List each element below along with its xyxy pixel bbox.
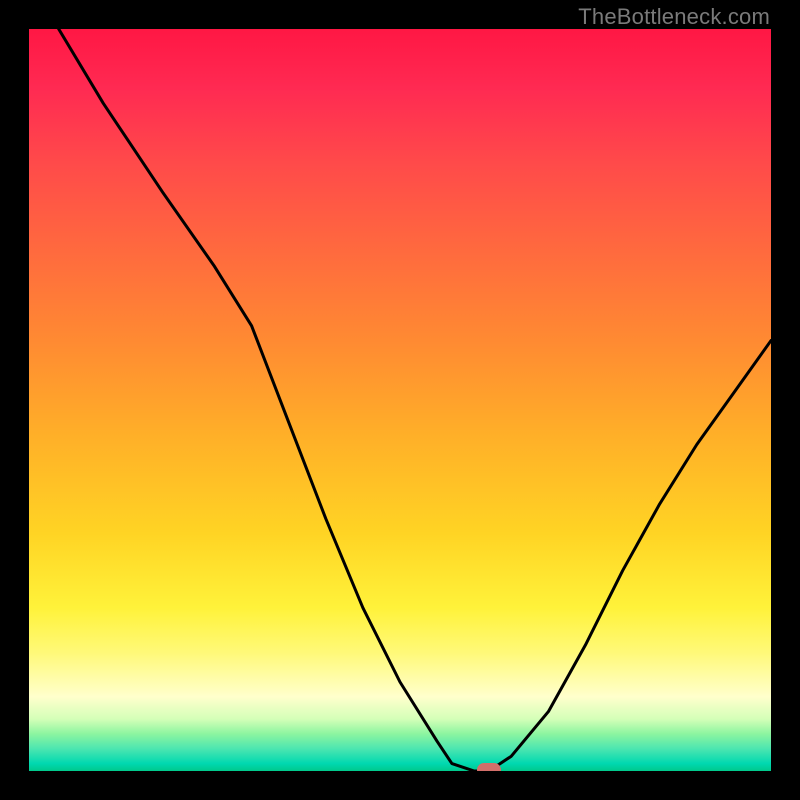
bottleneck-curve — [29, 29, 771, 771]
chart-frame: TheBottleneck.com — [0, 0, 800, 800]
watermark-text: TheBottleneck.com — [578, 4, 770, 30]
plot-area — [29, 29, 771, 771]
optimal-marker — [477, 763, 501, 771]
